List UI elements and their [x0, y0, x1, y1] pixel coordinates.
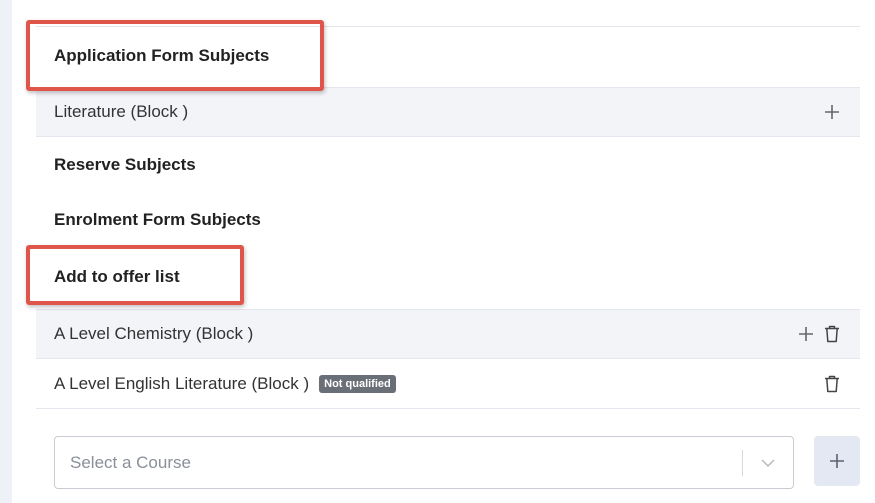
chevron-down-icon[interactable] — [743, 458, 793, 467]
subject-label: Literature (Block ) — [54, 102, 189, 121]
plus-icon — [830, 454, 844, 468]
trash-icon[interactable] — [822, 323, 842, 345]
offer-subject-label: A Level Chemistry (Block ) — [54, 324, 254, 343]
status-badge: Not qualified — [319, 374, 396, 393]
list-item: Literature (Block ) — [36, 87, 860, 137]
left-rail — [0, 0, 12, 503]
highlight-application-form-subjects — [26, 20, 324, 91]
offer-subject-label: A Level English Literature (Block ) Not … — [54, 374, 822, 394]
offer-subject-name: A Level English Literature (Block ) — [54, 373, 310, 393]
course-select-placeholder: Select a Course — [70, 452, 191, 472]
enrolment-form-subjects-heading: Enrolment Form Subjects — [54, 210, 261, 229]
row-actions — [822, 373, 842, 395]
row-actions — [796, 323, 842, 345]
row-actions — [822, 101, 842, 123]
course-select[interactable]: Select a Course — [54, 436, 794, 489]
list-item: A Level Chemistry (Block ) — [36, 309, 860, 359]
plus-icon[interactable] — [822, 101, 842, 123]
plus-icon[interactable] — [796, 323, 816, 345]
list-item: A Level English Literature (Block ) Not … — [36, 359, 860, 409]
trash-icon[interactable] — [822, 373, 842, 395]
page: Application Form Subjects Literature (Bl… — [0, 0, 875, 503]
highlight-add-to-offer-list — [26, 245, 244, 305]
reserve-subjects-heading: Reserve Subjects — [54, 155, 196, 174]
add-course-button[interactable] — [814, 436, 860, 486]
